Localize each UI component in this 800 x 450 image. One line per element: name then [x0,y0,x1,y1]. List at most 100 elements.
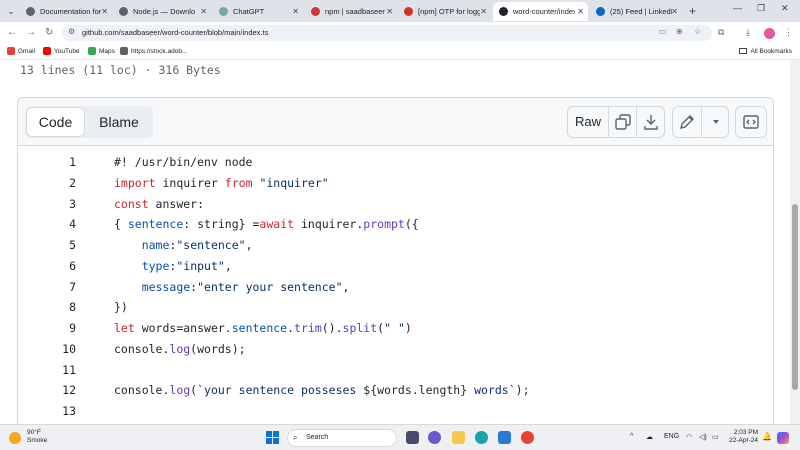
address-bar[interactable]: ⚙ github.com/saadbaseer/word-counter/blo… [62,25,712,41]
bookmark-item[interactable]: Maps [88,46,115,58]
restore-icon[interactable]: ❐ [757,3,765,14]
tab-label: [npm] OTP for loggi [418,7,480,16]
extensions-icon[interactable]: ⧉ [718,27,724,38]
onedrive-icon[interactable]: ☁ [646,433,653,441]
store-icon[interactable] [498,431,511,444]
bookmark-star-icon[interactable]: ☆ [694,27,701,36]
line-code: import inquirer from "inquirer" [114,175,329,190]
bookmark-item[interactable]: https://stock.adob... [120,46,187,58]
url-text: github.com/saadbaseer/word-counter/blob/… [82,28,269,37]
close-tab-icon[interactable]: ✕ [292,2,299,21]
blame-tab[interactable]: Blame [85,107,153,137]
line-number[interactable]: 9 [18,318,76,339]
line-number[interactable]: 2 [18,173,76,194]
bookmark-favicon-icon [7,47,15,56]
code-line: 1 #! /usr/bin/env node [18,152,773,173]
symbols-panel-button[interactable] [735,106,767,138]
new-tab-icon[interactable]: + [689,2,696,20]
browser-tab[interactable]: Node.js — Download ✕ [113,2,211,21]
edge-icon[interactable] [475,431,488,444]
line-number[interactable]: 5 [18,235,76,256]
line-code: let words=answer.sentence.trim().split("… [114,321,412,335]
tray-expand-icon[interactable]: ^ [630,433,633,440]
forward-icon[interactable]: → [26,26,36,40]
raw-button[interactable]: Raw [568,107,608,137]
copy-raw-button[interactable] [608,107,636,137]
close-tab-icon[interactable]: ✕ [577,2,584,21]
line-number[interactable]: 1 [18,152,76,173]
line-number[interactable]: 12 [18,380,76,401]
file-explorer-icon[interactable] [452,431,465,444]
page-scrollbar[interactable] [790,60,800,424]
battery-icon[interactable]: ▭ [712,433,719,441]
edit-actions [672,106,729,138]
profile-avatar[interactable] [764,28,775,39]
back-icon[interactable]: ← [7,26,17,40]
all-bookmarks[interactable]: All Bookmarks [739,46,792,58]
scrollbar-thumb[interactable] [792,204,798,390]
language-indicator[interactable]: ENG [664,433,679,440]
line-number[interactable]: 11 [18,360,76,381]
browser-tab[interactable]: npm | saadbaseer Se✕ [305,2,397,21]
bookmark-favicon-icon [43,47,51,56]
clock[interactable]: 2:03 PM 22-Apr-24 [724,429,758,445]
taskbar: 90°F Smoke ⌕ Search ^ ☁ ENG ◠ ◁) ▭ 2:03 … [0,424,800,450]
minimize-icon[interactable]: — [733,3,742,13]
wifi-icon[interactable]: ◠ [686,433,692,441]
bookmark-item[interactable]: YouTube [43,46,80,58]
browser-tab[interactable]: ChatGPT ✕ [213,2,303,21]
weather-widget[interactable]: 90°F Smoke [27,429,47,445]
weather-icon[interactable] [9,432,21,444]
reload-icon[interactable]: ↻ [45,26,53,40]
browser-tab[interactable]: (25) Feed | LinkedIn ✕ [590,2,682,21]
windows-start-icon[interactable] [266,431,280,445]
line-number[interactable]: 13 [18,401,76,422]
downloads-icon[interactable]: ⤓ [746,27,750,38]
browser-tab[interactable]: [npm] OTP for loggi ✕ [398,2,491,21]
line-number[interactable]: 7 [18,277,76,298]
file-viewer: Code Blame Raw 1 #! /usr/bin/env node 2 … [17,97,774,424]
search-icon: ⌕ [293,433,298,442]
tab-search-icon[interactable]: ⌄ [4,4,18,18]
chrome-taskbar-icon[interactable] [521,431,534,444]
cast-icon[interactable]: ▭ [659,27,667,36]
line-number[interactable]: 8 [18,297,76,318]
close-tab-icon[interactable]: ✕ [200,2,207,21]
line-number[interactable]: 3 [18,194,76,215]
notifications-icon[interactable]: 🔔 [762,432,772,441]
edit-button[interactable] [673,107,701,137]
close-tab-icon[interactable]: ✕ [671,2,678,21]
browser-toolbar: ← → ↻ ⚙ github.com/saadbaseer/word-count… [0,22,800,44]
task-view-icon[interactable] [406,431,419,444]
line-code: console.log(`your sentence posseses ${wo… [114,383,530,398]
browser-tab[interactable]: Documentation for V ✕ [20,2,112,21]
edit-dropdown-button[interactable] [701,107,729,137]
chat-icon[interactable] [428,431,441,444]
close-tab-icon[interactable]: ✕ [101,2,108,21]
volume-icon[interactable]: ◁) [699,433,707,441]
close-tab-icon[interactable]: ✕ [386,2,393,21]
copilot-icon[interactable] [777,432,789,444]
close-tab-icon[interactable]: ✕ [480,2,487,21]
tab-favicon-icon [219,7,228,16]
bookmarks-bar: Gmail YouTube Maps https://stock.adob... Al… [0,44,800,60]
browser-tab[interactable]: word-counter/index ✕ [493,2,588,21]
line-number[interactable]: 10 [18,339,76,360]
download-button[interactable] [636,107,664,137]
line-number[interactable]: 4 [18,214,76,235]
code-line: 5 name:"sentence", [18,235,773,256]
line-code: console.log(words); [114,341,246,356]
bookmark-item[interactable]: Gmail [7,46,35,58]
taskbar-search[interactable]: ⌕ Search [287,429,397,447]
code-tab[interactable]: Code [26,107,85,137]
symbols-button[interactable] [736,107,766,137]
code-line: 7 message:"enter your sentence", [18,277,773,298]
line-number[interactable]: 6 [18,256,76,277]
close-window-icon[interactable]: ✕ [781,3,789,14]
zoom-icon[interactable]: ⊕ [676,27,683,36]
search-label: Search [306,434,329,441]
chrome-menu-icon[interactable]: ⋮ [784,27,793,38]
site-info-icon[interactable]: ⚙ [68,27,75,36]
tab-label: Node.js — Download [133,7,195,16]
line-code: #! /usr/bin/env node [114,155,253,169]
